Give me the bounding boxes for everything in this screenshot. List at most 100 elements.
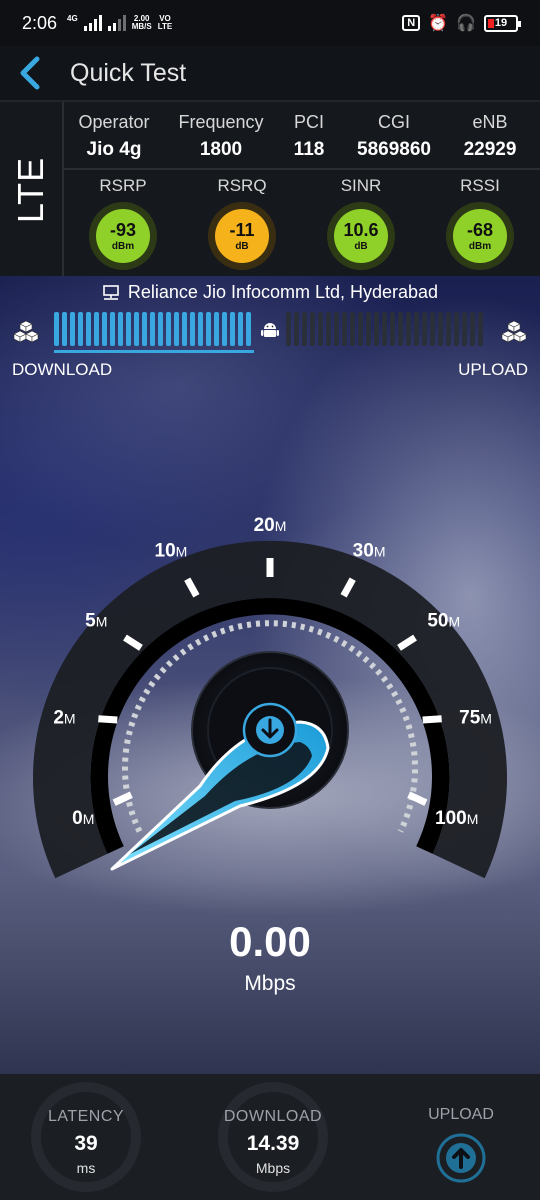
download-result: DOWNLOAD 14.39 Mbps [198,1074,348,1200]
progress-segment [398,312,403,346]
upload-side-label: UPLOAD [458,360,528,379]
pci-value: 118 [293,139,325,160]
operator-cell: Operator Jio 4g [64,112,164,161]
progress-segment [294,312,299,346]
upload-progress-bar [286,312,483,346]
back-button[interactable] [0,46,60,100]
progress-segment [238,312,243,346]
progress-segment [310,312,315,346]
metric-label: RSRP [99,176,147,195]
signal-indicators: 4G 2.00 MB/S VO LTE [67,15,172,31]
current-speed-unit: Mbps [244,972,296,995]
metric-circle: 10.6 dB [334,209,388,263]
metric-circle: -11 dB [215,209,269,263]
enb-label: eNB [472,112,508,132]
progress-segment [70,312,75,346]
operator-value: Jio 4g [86,139,142,160]
results-bar: LATENCY 39 ms DOWNLOAD 14.39 Mbps UPLOAD [0,1074,540,1200]
progress-segment [62,312,67,346]
frequency-value: 1800 [199,139,243,160]
pci-label: PCI [293,112,324,132]
progress-segment [454,312,459,346]
gauge-tick-label: 0M [72,808,94,829]
back-arrow-icon [20,56,40,90]
latency-unit: ms [76,1160,96,1176]
progress-segment [134,312,139,346]
upload-arrow-icon [436,1133,486,1183]
progress-segment [206,312,211,346]
progress-segment [446,312,451,346]
download-value: 14.39 [246,1132,300,1155]
server-name: Reliance Jio Infocomm Ltd, Hyderabad [127,282,439,302]
progress-segment [374,312,379,346]
metric-unit: dBm [111,240,135,252]
cgi-cell: CGI 5869860 [348,112,440,161]
headphones-icon: 🎧 [456,15,476,32]
gauge-tick-label: 50M [427,610,460,631]
server-info: Reliance Jio Infocomm Ltd, Hyderabad [0,282,540,303]
metric-gauge: 10.6 dB [327,202,395,270]
progress-segment [430,312,435,346]
upload-label: UPLOAD [428,1106,494,1123]
alarm-icon: ⏰ [428,15,449,32]
progress-segment [462,312,467,346]
gauge-tick-label: 10M [155,540,188,561]
page-title: Quick Test [70,58,187,87]
volte-indicator: VO LTE [158,15,173,31]
progress-segment [390,312,395,346]
gauge-tick-label: 2M [53,708,75,729]
progress-segment [142,312,147,346]
progress-segment [166,312,171,346]
progress-segment [478,312,483,346]
enb-value: 22929 [463,139,517,160]
network-info-panel: LTE Operator Jio 4g Frequency 1800 PCI 1… [0,100,540,278]
progress-segment [214,312,219,346]
metric-rssi: RSSI -68 dBm [435,176,525,270]
status-time: 2:06 [22,12,58,33]
metric-unit: dBm [468,240,492,252]
nfc-icon: N [402,15,421,31]
data-speed-unit: MB/S [131,22,152,31]
progress-segment [94,312,99,346]
app-bar: Quick Test [0,46,540,100]
download-progress-underline [54,350,254,353]
status-bar: 2:06 4G 2.00 MB/S VO LTE N ⏰ 🎧 19 [0,0,540,46]
current-speed-value: 0.00 [229,918,311,965]
speed-test-area: Reliance Jio Infocomm Ltd, Hyderabad DOW… [0,276,540,1074]
progress-segment [222,312,227,346]
battery-level: 19 [494,17,508,29]
progress-segment [350,312,355,346]
latency-result: LATENCY 39 ms [11,1074,161,1200]
metric-label: RSRQ [217,176,267,195]
progress-segment [286,312,291,346]
progress-segment [230,312,235,346]
progress-segment [318,312,323,346]
progress-segment [414,312,419,346]
speedometer: 0M 2M 5M 10M 20M 30M 50M 75M 100M [32,515,507,879]
progress-segment [158,312,163,346]
operator-label: Operator [78,112,150,132]
metric-label: SINR [340,176,382,195]
cgi-value: 5869860 [357,139,431,160]
metric-circle: -93 dBm [96,209,150,263]
progress-segment [422,312,427,346]
status-right-icons: N ⏰ 🎧 19 [402,13,521,33]
progress-segment [342,312,347,346]
gauge-tick-label: 30M [353,540,386,561]
signal-bars-icon [83,15,102,31]
metric-unit: dB [354,240,368,252]
metric-gauge: -93 dBm [89,202,157,270]
gauge-tick [422,715,442,724]
progress-segment [382,312,387,346]
pci-cell: PCI 118 [280,112,338,161]
server-icon [103,284,119,300]
metric-gauge: -11 dB [208,202,276,270]
progress-segment [102,312,107,346]
metric-unit: dB [235,240,249,252]
progress-segment [110,312,115,346]
progress-segment [126,312,131,346]
upload-button[interactable]: UPLOAD [388,1074,534,1200]
battery-icon: 19 [484,14,521,32]
cell-info-row: Operator Jio 4g Frequency 1800 PCI 118 C… [64,102,540,170]
download-unit: Mbps [255,1160,291,1176]
